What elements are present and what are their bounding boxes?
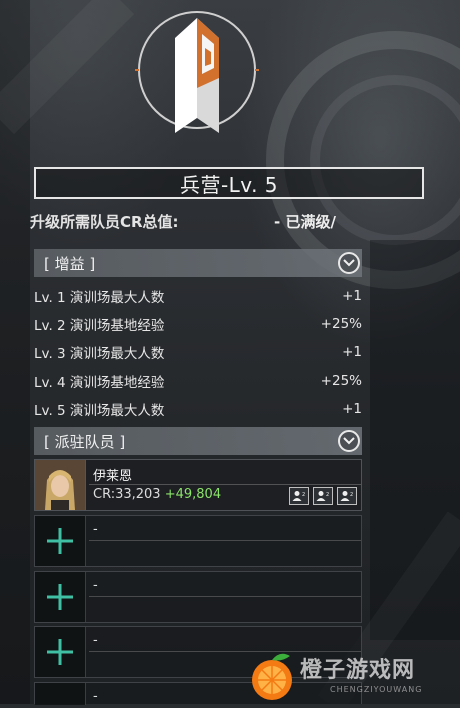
buff-label: Lv. 4 演训场基地经验 <box>34 375 165 391</box>
member-cr-bonus: +49,804 <box>164 487 222 502</box>
svg-text:2: 2 <box>302 492 305 498</box>
slot-placeholder: - <box>93 522 98 537</box>
buff-row: Lv. 2 演训场基地经验 +25% <box>34 312 362 336</box>
upgrade-requirement-label: 升级所需队员CR总值: <box>30 213 179 231</box>
buff-label: Lv. 2 演训场基地经验 <box>34 318 165 334</box>
buff-row: Lv. 4 演训场基地经验 +25% <box>34 369 362 393</box>
divider <box>89 540 361 541</box>
add-member-plus-icon[interactable] <box>35 627 86 677</box>
upgrade-requirement-value: - 已满级/ <box>274 213 336 231</box>
person-role-icon: 2 <box>337 487 357 505</box>
buff-value: +1 <box>342 401 362 417</box>
buff-label: Lv. 1 演训场最大人数 <box>34 290 165 306</box>
svg-text:2: 2 <box>326 492 329 498</box>
barracks-emblem-icon <box>127 8 267 148</box>
add-member-plus-icon[interactable] <box>35 683 86 705</box>
buff-value: +1 <box>342 288 362 304</box>
buff-value: +25% <box>320 373 362 389</box>
member-role-icons: 2 2 2 <box>289 487 357 505</box>
svg-text:2: 2 <box>350 492 353 498</box>
buffs-section-header[interactable]: [ 增益 ] <box>34 249 362 277</box>
buffs-section-title: [ 增益 ] <box>44 254 96 273</box>
building-title: 兵营-Lv. 5 <box>34 167 424 199</box>
slot-placeholder: - <box>93 578 98 593</box>
add-member-plus-icon[interactable] <box>35 572 86 622</box>
assigned-member-card[interactable]: 伊莱恩 CR:33,203 +49,804 2 2 2 <box>34 459 362 511</box>
buff-label: Lv. 3 演训场最大人数 <box>34 346 165 362</box>
divider <box>89 596 361 597</box>
slot-placeholder: - <box>93 689 98 704</box>
member-cr: CR:33,203 +49,804 <box>93 487 221 502</box>
buff-value: +1 <box>342 344 362 360</box>
chevron-down-icon[interactable] <box>338 252 360 274</box>
member-name: 伊莱恩 <box>93 469 133 484</box>
buff-label: Lv. 5 演训场最大人数 <box>34 403 165 419</box>
person-role-icon: 2 <box>313 487 333 505</box>
slot-placeholder: - <box>93 633 98 648</box>
buff-row: Lv. 1 演训场最大人数 +1 <box>34 284 362 308</box>
member-avatar <box>35 460 86 510</box>
add-member-plus-icon[interactable] <box>35 516 86 566</box>
watermark-subtext: CHENGZIYOUWANG <box>330 685 423 694</box>
chevron-down-icon[interactable] <box>338 430 360 452</box>
buff-row: Lv. 5 演训场最大人数 +1 <box>34 397 362 421</box>
orange-logo-icon <box>252 653 292 700</box>
empty-member-slot[interactable]: - <box>34 571 362 623</box>
members-section-header[interactable]: [ 派驻队员 ] <box>34 427 362 455</box>
empty-member-slot[interactable]: - <box>34 515 362 567</box>
buff-value: +25% <box>320 316 362 332</box>
buff-row: Lv. 3 演训场最大人数 +1 <box>34 340 362 364</box>
divider <box>89 484 361 485</box>
watermark-text: 橙子游戏网 <box>300 658 416 683</box>
member-cr-value: CR:33,203 <box>93 487 161 502</box>
members-section-title: [ 派驻队员 ] <box>44 432 126 451</box>
person-role-icon: 2 <box>289 487 309 505</box>
